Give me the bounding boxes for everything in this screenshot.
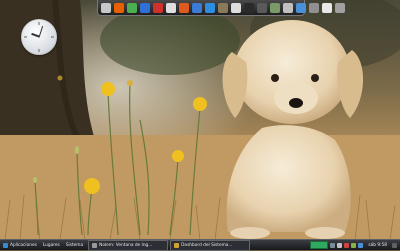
mail-icon[interactable]	[192, 2, 202, 13]
taskbar-clock[interactable]: sáb 9:58	[368, 243, 387, 248]
trash-icon[interactable]	[335, 2, 345, 13]
task-label: Dashbord del Sistema...	[181, 242, 233, 248]
system-menu[interactable]: Sistema	[63, 241, 86, 250]
places-menu-label: Lugares	[42, 242, 60, 248]
globe-icon[interactable]	[205, 2, 215, 13]
display-icon[interactable]	[309, 2, 319, 13]
files-icon[interactable]	[257, 2, 267, 13]
app-icon[interactable]	[166, 2, 176, 13]
update-icon[interactable]	[344, 242, 350, 248]
clock-widget[interactable]	[21, 19, 57, 55]
calendar-icon[interactable]	[296, 2, 306, 13]
gimp-icon[interactable]	[218, 2, 228, 13]
browser-icon[interactable]	[140, 2, 150, 13]
chrome-icon[interactable]	[127, 2, 137, 13]
applications-menu[interactable]: Aplicaciones	[0, 241, 40, 250]
application-dock	[97, 0, 345, 16]
applications-menu-label: Aplicaciones	[10, 242, 37, 248]
system-menu-label: Sistema	[65, 242, 84, 248]
image-icon[interactable]	[270, 2, 280, 13]
network-icon[interactable]	[330, 242, 336, 248]
battery-icon[interactable]	[351, 242, 357, 248]
workspace-indicator[interactable]	[310, 241, 329, 249]
system-tray: sáb 9:58	[310, 241, 400, 249]
apps-icon[interactable]	[283, 2, 293, 13]
volume-icon[interactable]	[337, 242, 343, 248]
task-label: Nolem: Ventana de Ing...	[99, 242, 153, 248]
window-icon	[174, 242, 180, 248]
taskbar: Aplicaciones Lugares Sistema Nolem: Vent…	[0, 239, 400, 251]
task-button-1[interactable]: Nolem: Ventana de Ing...	[88, 239, 169, 251]
desktop-wallpaper	[0, 0, 400, 250]
places-menu[interactable]: Lugares	[40, 241, 63, 250]
tool-icon[interactable]	[153, 2, 163, 13]
editor-icon[interactable]	[231, 2, 241, 13]
settings-icon[interactable]	[101, 2, 111, 13]
media-icon[interactable]	[179, 2, 189, 13]
firefox-icon[interactable]	[114, 2, 124, 13]
terminal-icon[interactable]	[244, 2, 254, 13]
document-icon[interactable]	[322, 2, 332, 13]
window-icon	[92, 242, 98, 248]
show-desktop-icon[interactable]	[392, 242, 397, 248]
user-icon[interactable]	[358, 242, 364, 248]
task-button-2[interactable]: Dashbord del Sistema...	[170, 239, 251, 251]
menu-icon	[3, 242, 8, 248]
clock-minute-hand	[38, 25, 44, 38]
